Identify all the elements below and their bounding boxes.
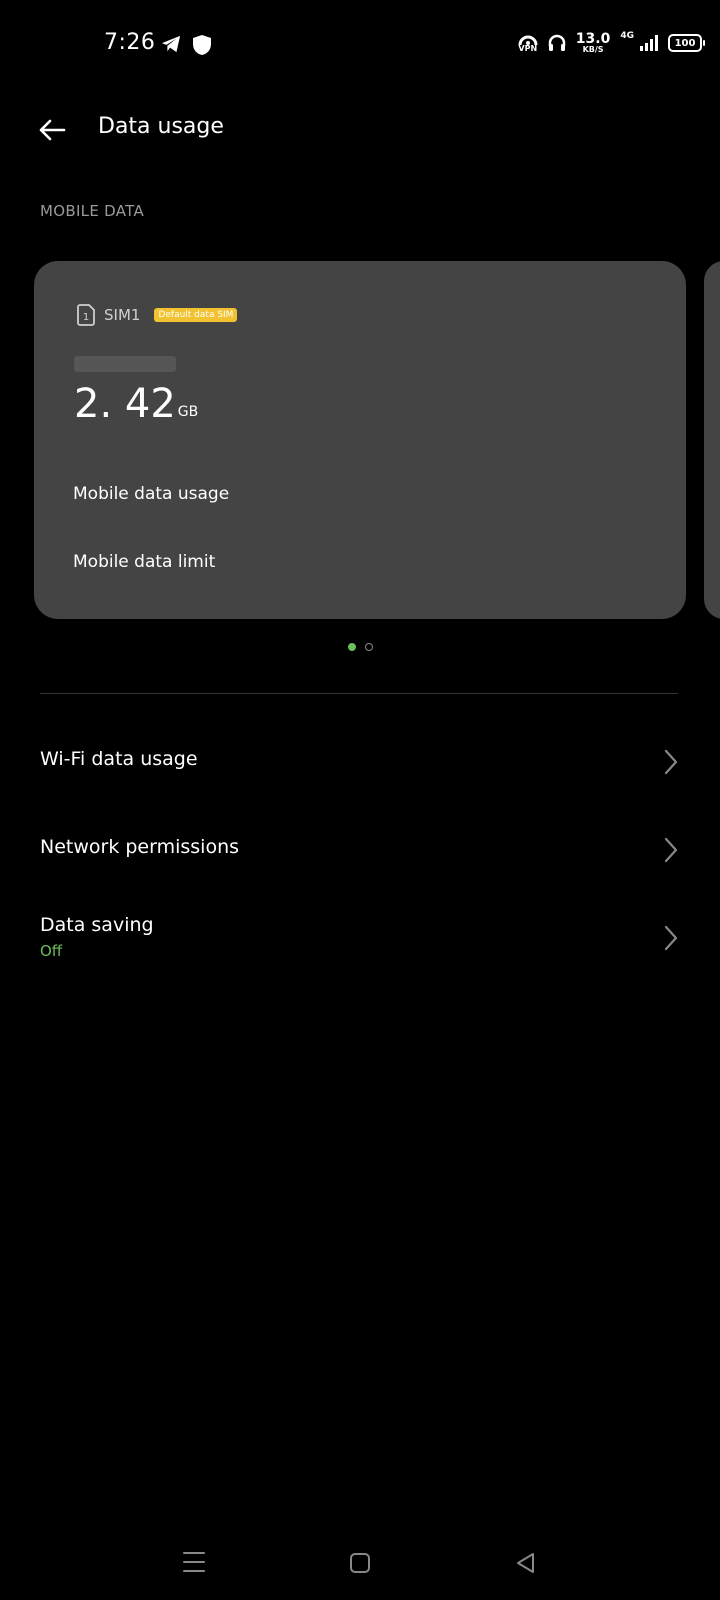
vpn-indicator: VPN (518, 34, 538, 53)
card-pager (348, 643, 373, 651)
row-label: Data saving (40, 914, 154, 936)
battery-indicator: 100 (668, 34, 705, 52)
row-label: Network permissions (40, 836, 240, 858)
network-speed-value: 13.0 (575, 31, 611, 47)
row-network-permissions[interactable]: Network permissions (0, 808, 720, 888)
svg-text:1: 1 (83, 312, 89, 323)
network-type: 4G (620, 31, 634, 41)
sim-card-icon: 1 (77, 304, 95, 326)
telegram-icon (161, 35, 181, 53)
next-card-peek[interactable] (704, 261, 720, 619)
battery-level: 100 (674, 37, 696, 49)
pager-dot[interactable] (365, 643, 373, 651)
divider (40, 693, 678, 694)
headphones-icon (548, 34, 566, 51)
network-speed: 13.0 KB/S (576, 32, 611, 54)
usage-value: 2. 42 GB (74, 384, 198, 424)
row-data-saving[interactable]: Data saving Off (0, 896, 720, 976)
usage-unit: GB (177, 404, 199, 420)
chevron-right-icon (664, 925, 678, 951)
usage-number: 2. 42 (74, 381, 176, 427)
home-icon[interactable] (349, 1552, 371, 1574)
status-time: 7:26 (104, 30, 156, 55)
signal-icon (640, 35, 658, 51)
row-wifi-data-usage[interactable]: Wi-Fi data usage (0, 720, 720, 800)
mobile-data-usage-link[interactable]: Mobile data usage (73, 484, 229, 504)
back-nav-icon[interactable] (514, 1551, 536, 1575)
shield-icon (193, 35, 211, 55)
pager-dot-active[interactable] (348, 643, 356, 651)
row-label: Wi-Fi data usage (40, 748, 198, 770)
recent-apps-icon[interactable] (182, 1551, 206, 1573)
sim-row: 1 SIM1 Default data SIM (76, 304, 238, 326)
billing-period-placeholder (74, 356, 176, 372)
back-arrow-icon[interactable] (36, 114, 68, 146)
default-sim-badge: Default data SIM (154, 308, 238, 322)
network-speed-unit: KB/S (582, 45, 604, 54)
status-icons-right: VPN 13.0 KB/S 4G 100 (518, 31, 705, 54)
chevron-right-icon (664, 749, 678, 775)
data-saving-status: Off (40, 942, 63, 960)
status-icons-left (160, 34, 212, 56)
section-label-mobile-data: MOBILE DATA (40, 202, 145, 220)
vpn-label: VPN (518, 43, 538, 53)
chevron-right-icon (664, 837, 678, 863)
mobile-data-limit-link[interactable]: Mobile data limit (73, 552, 215, 572)
sim-name: SIM1 (104, 306, 141, 324)
page-title: Data usage (98, 114, 224, 139)
